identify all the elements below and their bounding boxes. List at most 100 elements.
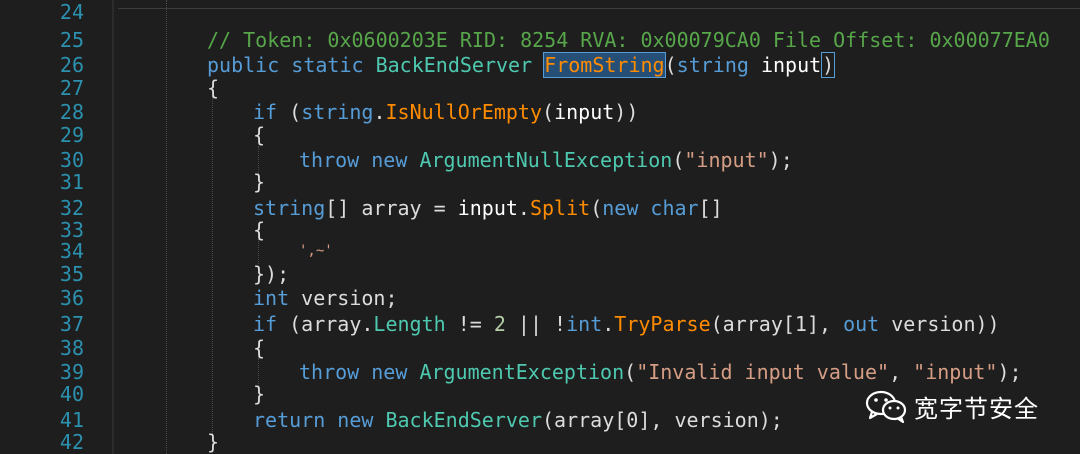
punctuation: (array[1], [710,312,844,336]
line-number: 40 [59,382,84,406]
code-line-34[interactable]: ',~' [299,239,333,263]
indent-guide [212,96,213,436]
keyword: throw [299,148,360,172]
line-number: 38 [59,336,84,360]
line-number: 31 [59,170,84,194]
line-number: 42 [59,430,84,454]
code-line-40[interactable]: } [253,382,265,406]
type-name: ArgumentException [419,360,625,384]
string-literal: "input" [913,360,998,384]
keyword: if [253,312,278,336]
brace: } [253,170,266,194]
code-line-35[interactable]: }); [253,262,289,286]
code-line-30[interactable]: throw new ArgumentNullException("input")… [299,148,793,172]
punctuation: ( [590,196,603,220]
method-name: IsNullOrEmpty [385,100,543,124]
comment: // Token: 0x0600203E RID: 8254 RVA: 0x00… [207,28,1050,52]
code-line-31[interactable]: } [253,170,265,194]
line-number-gutter: 24 25 26 27 28 29 30 31 32 33 34 35 36 37 38 39 40 41 42 [0,0,112,454]
punctuation: . [602,312,615,336]
line-number: 28 [59,100,84,124]
line-number: 27 [59,76,84,100]
line-number: 34 [59,239,84,263]
punctuation: ); [997,360,1022,384]
code-line-27[interactable]: { [207,76,219,100]
keyword: string [253,196,326,220]
matched-paren: ) [821,52,836,78]
code-line-41[interactable]: return new BackEndServer(array[0], versi… [253,408,783,432]
line-number: 25 [59,28,84,52]
keyword: char [650,196,699,220]
keyword: new [371,148,408,172]
code-line-37[interactable]: if (array.Length != 2 || !int.TryParse(a… [253,312,1000,336]
keyword: if [253,100,278,124]
brace: { [253,123,266,147]
punctuation: ( [624,360,637,384]
punctuation: )) [614,100,639,124]
watermark-text: 宽字节安全 [914,394,1039,423]
parameter: input [457,196,518,220]
method-name: Split [529,196,591,220]
line-number: 24 [59,0,84,24]
line-number: 39 [59,360,84,384]
code-line-38[interactable]: { [253,336,265,360]
keyword: string [301,100,374,124]
code-line-32[interactable]: string[] array = input.Split(new char[] [253,196,723,220]
punctuation: ( [277,100,302,124]
watermark: 宽字节安全 [864,388,1039,424]
code-line-33[interactable]: { [253,218,265,242]
line-number: 32 [59,196,84,220]
punctuation: }); [253,262,290,286]
string-literal: "input" [684,148,769,172]
punctuation: . [517,196,530,220]
line-number: 35 [59,262,84,286]
parameter: input [760,53,822,77]
punctuation: , [889,360,914,384]
punctuation: [] array = [325,196,458,220]
keyword: new [337,408,374,432]
indent-guide [166,0,167,454]
brace: } [253,382,266,406]
line-number: 37 [59,312,84,336]
brace: { [207,76,220,100]
punctuation: ( [672,148,685,172]
type-name: BackEndServer [375,53,533,77]
punctuation: ( [664,53,677,77]
parameter: input [554,100,615,124]
line-number: 30 [59,148,84,172]
statement-text: version; [289,286,398,310]
code-line-42[interactable]: } [207,430,219,454]
punctuation: [] [698,196,723,220]
code-line-39[interactable]: throw new ArgumentException("Invalid inp… [299,360,1022,384]
line-number: 26 [59,53,84,77]
wechat-icon [865,390,907,423]
method-name-selected[interactable]: FromString [543,52,666,78]
code-line-29[interactable]: { [253,123,265,147]
punctuation: (array. [277,312,374,336]
code-line-28[interactable]: if (string.IsNullOrEmpty(input)) [253,100,638,124]
property-name: Length [373,312,446,336]
top-separator [118,0,1080,9]
brace: } [207,430,220,454]
keyword: int [253,286,290,310]
keyword: new [371,360,408,384]
line-number: 29 [59,123,84,147]
number-literal: 2 [493,312,506,336]
line-number: 36 [59,286,84,310]
method-name: TryParse [614,312,711,336]
keyword: string [676,53,749,77]
code-editor[interactable]: 24 25 26 27 28 29 30 31 32 33 34 35 36 37 38 39 40 41 42 /… [0,0,1080,454]
punctuation: . [373,100,386,124]
keyword: new [602,196,639,220]
keyword: int [566,312,603,336]
code-line-36[interactable]: int version; [253,286,398,310]
statement-text: (array[0], version); [542,408,783,432]
keyword: out [843,312,880,336]
code-line-25[interactable]: // Token: 0x0600203E RID: 8254 RVA: 0x00… [207,28,1050,52]
keyword: throw [299,360,360,384]
keyword: public [207,53,280,77]
code-line-26[interactable]: public static BackEndServer FromString(s… [207,52,836,78]
keyword: static [291,53,364,77]
punctuation: ); [768,148,793,172]
type-name: BackEndServer [385,408,543,432]
